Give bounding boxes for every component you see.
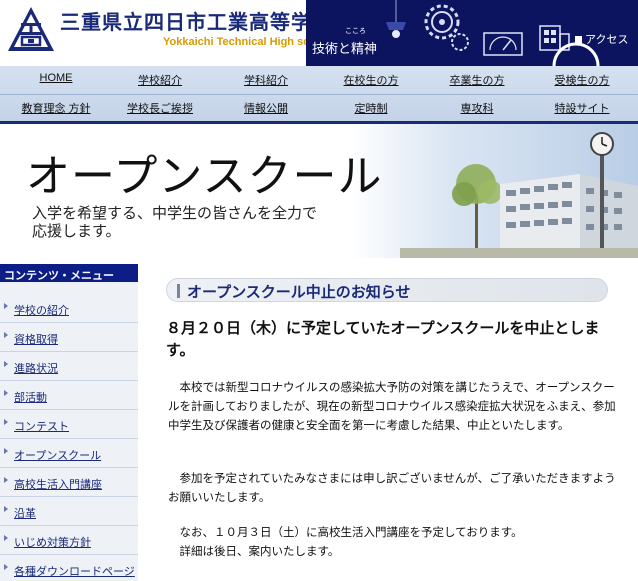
sidebar-item-label: 資格取得 (14, 334, 58, 346)
sidebar-item-label: 部活動 (14, 392, 47, 404)
nav-part-time[interactable]: 定時制 (321, 100, 421, 116)
sidebar-item-contests[interactable]: コンテスト (0, 410, 138, 439)
sidebar-heading: コンテンツ・メニュー (0, 264, 138, 282)
arrow-right-icon (4, 419, 8, 425)
nav-advanced-course[interactable]: 専攻科 (427, 100, 527, 116)
arrow-right-icon (4, 390, 8, 396)
arrow-right-icon (4, 332, 8, 338)
arrow-right-icon (4, 506, 8, 512)
nav-current-students[interactable]: 在校生の方 (321, 72, 421, 88)
nav-row-2: 教育理念 方針 学校長ご挨拶 情報公開 定時制 専攻科 特設サイト (0, 96, 638, 123)
notice-title: オープンスクール中止のお知らせ (187, 284, 411, 301)
notice-title-bar: オープンスクール中止のお知らせ (166, 278, 608, 302)
banner-title: オープンスクール (26, 151, 383, 202)
title-marker-icon (177, 284, 180, 298)
sidebar-item-career[interactable]: 進路状況 (0, 352, 138, 381)
sidebar-item-label: 各種ダウンロードページ (14, 566, 135, 578)
sidebar-item-qualifications[interactable]: 資格取得 (0, 323, 138, 352)
arrow-right-icon (4, 564, 8, 570)
notice-headline: ８月２０日（木）に予定していたオープンスクールを中止とします。 (166, 320, 600, 359)
sidebar-item-school-intro[interactable]: 学校の紹介 (0, 294, 138, 323)
arrow-right-icon (4, 448, 8, 454)
notice-paragraph-2: 参加を予定されていたみなさまには申し訳ございませんが、ご了承いただきますようお願… (168, 473, 616, 504)
nav-applicants[interactable]: 受検生の方 (532, 72, 632, 88)
nav-divider (0, 94, 638, 95)
site-header: 三重県立四日市工業高等学校 Yokkaichi Technical High s… (0, 0, 638, 66)
sidebar-item-intro-course[interactable]: 高校生活入門講座 (0, 468, 138, 497)
sidebar-menu: 学校の紹介 資格取得 進路状況 部活動 コンテスト オープンスクール 高校生活入… (0, 282, 138, 581)
sidebar-item-clubs[interactable]: 部活動 (0, 381, 138, 410)
sidebar-item-label: 進路状況 (14, 363, 58, 375)
sidebar-item-anti-bullying[interactable]: いじめ対策方針 (0, 526, 138, 555)
nav-departments[interactable]: 学科紹介 (216, 72, 316, 88)
notice-paragraph-3: なお、１０月３日（土）に高校生活入門講座を予定しております。 詳細は後日、案内い… (168, 524, 618, 562)
nav-school-intro[interactable]: 学校紹介 (110, 72, 210, 88)
nav-disclosure[interactable]: 情報公開 (216, 100, 316, 116)
banner-subtitle: 入学を希望する、中学生の皆さんを全力で応援します。 (32, 204, 318, 240)
arrow-right-icon (4, 477, 8, 483)
sidebar: コンテンツ・メニュー 学校の紹介 資格取得 進路状況 部活動 コンテスト オープ… (0, 264, 138, 581)
sidebar-item-label: 沿革 (14, 508, 36, 520)
sidebar-item-label: オープンスクール (14, 450, 102, 462)
school-emblem-logo[interactable] (6, 5, 56, 55)
access-label: アクセス (585, 34, 629, 46)
nav-row-1: HOME 学校紹介 学科紹介 在校生の方 卒業生の方 受検生の方 (0, 68, 638, 95)
sidebar-item-open-school[interactable]: オープンスクール (0, 439, 138, 468)
arrow-right-icon (4, 535, 8, 541)
notice-paragraph-3-line-1: なお、１０月３日（土）に高校生活入門講座を予定しております。 (179, 527, 523, 539)
sidebar-item-label: コンテスト (14, 421, 69, 433)
main-content: オープンスクール中止のお知らせ ８月２０日（木）に予定していたオープンスクールを… (146, 262, 638, 581)
sidebar-item-downloads[interactable]: 各種ダウンロードページ (0, 555, 138, 581)
access-link[interactable]: アクセス (575, 31, 628, 47)
arrow-right-icon (4, 303, 8, 309)
school-building-photo (400, 132, 638, 258)
slogan-ruby: こころ (345, 27, 366, 35)
sidebar-item-label: 学校の紹介 (14, 305, 69, 317)
global-navigation: HOME 学校紹介 学科紹介 在校生の方 卒業生の方 受検生の方 教育理念 方針… (0, 66, 638, 124)
sidebar-item-history[interactable]: 沿革 (0, 497, 138, 526)
nav-graduates[interactable]: 卒業生の方 (427, 72, 527, 88)
school-name[interactable]: 三重県立四日市工業高等学校 (60, 6, 333, 35)
school-slogan: 技術と精神 (312, 42, 378, 57)
sidebar-item-label: 高校生活入門講座 (14, 479, 102, 491)
nav-principal-greeting[interactable]: 学校長ご挨拶 (110, 100, 210, 116)
open-school-banner: オープンスクール 入学を希望する、中学生の皆さんを全力で応援します。 (0, 124, 638, 258)
sidebar-item-label: いじめ対策方針 (14, 537, 91, 549)
nav-home[interactable]: HOME (6, 72, 106, 84)
notice-paragraph-1: 本校では新型コロナウイルスの感染拡大予防の対策を講じたうえで、オープンスクールを… (168, 382, 616, 432)
notice-paragraph-3-line-2: 詳細は後日、案内いたします。 (179, 546, 340, 558)
nav-philosophy[interactable]: 教育理念 方針 (6, 100, 106, 116)
arrow-right-icon (4, 361, 8, 367)
nav-special-site[interactable]: 特設サイト (532, 100, 632, 116)
square-bullet-icon (575, 36, 582, 43)
